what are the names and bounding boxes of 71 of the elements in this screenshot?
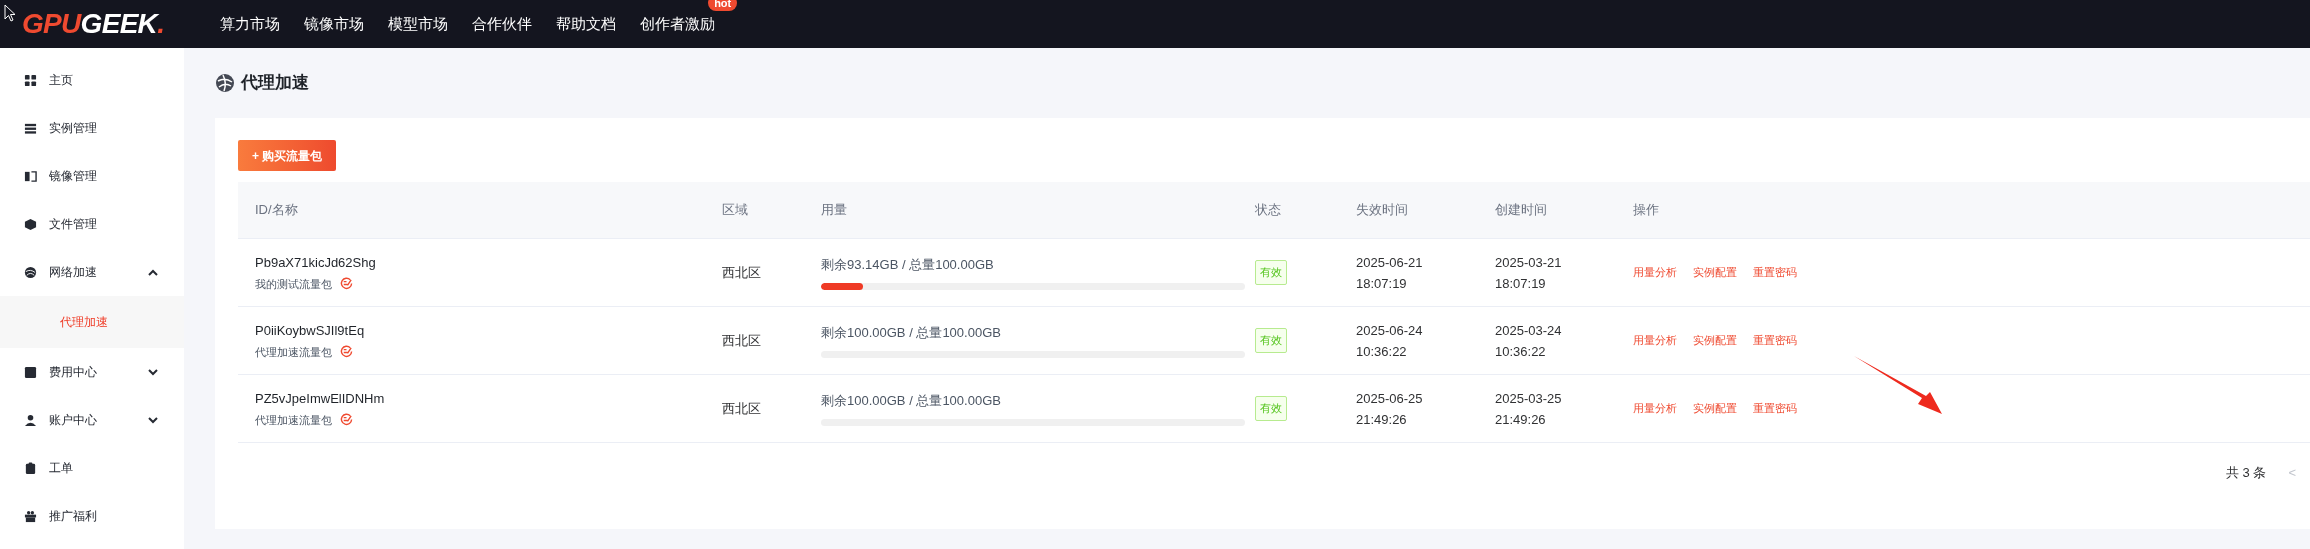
page-title: 代理加速 — [241, 72, 309, 95]
date-time: 2025-06-24 10:36:22 — [1356, 321, 1424, 361]
table-cell: 西北区 — [722, 400, 761, 416]
action-link[interactable]: 实例配置 — [1693, 400, 1737, 417]
sidebar-item[interactable]: 实例管理 — [0, 104, 184, 152]
nav-link[interactable]: 镜像市场 — [304, 15, 365, 32]
hot-badge: hot — [708, 0, 738, 11]
action-link[interactable]: 用量分析 — [1633, 264, 1677, 281]
column-header: 创建时间 — [1495, 202, 1547, 218]
package-name: 我的测试流量包 — [255, 276, 332, 292]
date-time: 2025-03-25 21:49:26 — [1495, 389, 1563, 429]
sidebar-item[interactable]: 镜像管理 — [0, 152, 184, 200]
table-cell: 西北区 — [722, 332, 761, 348]
date-time: 2025-03-24 10:36:22 — [1495, 321, 1563, 361]
action-link[interactable]: 重置密码 — [1753, 264, 1797, 281]
globe-icon — [24, 265, 37, 279]
date-time: 2025-03-21 18:07:19 — [1495, 253, 1563, 293]
list-icon — [24, 121, 37, 135]
grid-icon — [24, 73, 37, 87]
sidebar-item[interactable]: 网络加速 — [0, 248, 184, 296]
nav-link[interactable]: 帮助文档 — [556, 15, 617, 32]
total-count: 共 3 条 — [2225, 464, 2267, 483]
nav-link[interactable]: 算力市场 — [220, 15, 281, 32]
status-tag: 有效 — [1255, 260, 1287, 285]
sidebar-item[interactable]: 账户中心 — [0, 396, 184, 444]
action-link[interactable]: 实例配置 — [1693, 264, 1737, 281]
date-time: 2025-06-21 18:07:19 — [1356, 253, 1424, 293]
usage-text: 剩余100.00GB / 总量100.00GB — [821, 324, 1002, 343]
package-name: 代理加速流量包 — [255, 412, 332, 428]
status-tag: 有效 — [1255, 396, 1287, 421]
cursor-icon — [4, 4, 16, 22]
action-link[interactable]: 重置密码 — [1753, 332, 1797, 349]
usage-text: 剩余100.00GB / 总量100.00GB — [821, 392, 1002, 411]
nav-link[interactable]: 模型市场 — [388, 15, 449, 32]
sidebar-item[interactable]: 费用中心 — [0, 348, 184, 396]
column-header: 用量 — [821, 202, 847, 218]
column-header: 失效时间 — [1356, 202, 1408, 218]
sidebar-item[interactable]: 工单 — [0, 444, 184, 492]
clipboard-icon — [24, 461, 37, 475]
logo[interactable]: GPUGEEK. — [22, 3, 165, 45]
edit-icon[interactable] — [340, 345, 353, 359]
wallet-icon — [24, 365, 37, 379]
sidebar-item[interactable]: 文件管理 — [0, 200, 184, 248]
user-icon — [24, 413, 37, 427]
action-link[interactable]: 实例配置 — [1693, 332, 1737, 349]
edit-icon[interactable] — [340, 413, 353, 427]
sidebar-item[interactable]: 主页 — [0, 56, 184, 104]
column-header: 操作 — [1633, 202, 1659, 218]
package-id: P0iiKoybwSJIl9tEq — [255, 322, 366, 340]
edit-icon[interactable] — [340, 277, 353, 291]
column-header: ID/名称 — [255, 202, 298, 218]
image-icon — [24, 169, 37, 183]
action-link[interactable]: 用量分析 — [1633, 400, 1677, 417]
usage-text: 剩余93.14GB / 总量100.00GB — [821, 256, 995, 275]
column-header: 状态 — [1255, 202, 1281, 218]
package-id: PZ5vJpeImwElIDNHm — [255, 390, 386, 408]
date-time: 2025-06-25 21:49:26 — [1356, 389, 1424, 429]
action-link[interactable]: 用量分析 — [1633, 332, 1677, 349]
gift-icon — [24, 509, 37, 523]
action-link[interactable]: 重置密码 — [1753, 400, 1797, 417]
package-id: Pb9aX71kicJd62Shg — [255, 254, 377, 272]
nav-link[interactable]: 合作伙伴 — [472, 15, 533, 32]
sidebar-subitem[interactable]: 代理加速 — [0, 296, 184, 348]
status-tag: 有效 — [1255, 328, 1287, 353]
column-header: 区域 — [722, 202, 748, 218]
package-name: 代理加速流量包 — [255, 344, 332, 360]
table-cell: 西北区 — [722, 264, 761, 280]
globe-icon — [215, 73, 235, 93]
sidebar-item[interactable]: 推广福利 — [0, 492, 184, 540]
nav-link[interactable]: 创作者激励 — [640, 15, 716, 32]
hexagon-icon — [24, 217, 37, 231]
